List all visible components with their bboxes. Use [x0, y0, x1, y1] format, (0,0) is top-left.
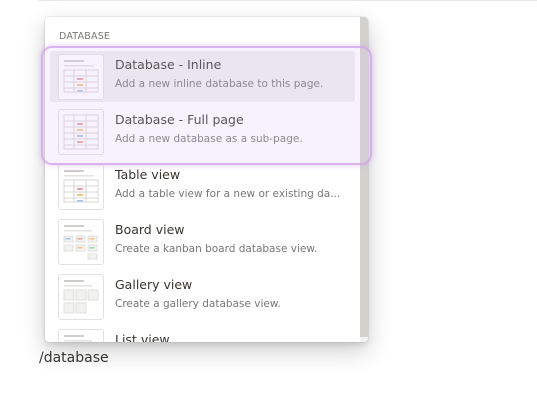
menu-item-database-full-page[interactable]: Database - Full page Add a new database … [50, 106, 355, 157]
inline-database-thumbnail-icon [58, 54, 104, 100]
menu-item-description: Add a table view for a new or existing d… [115, 188, 341, 200]
board-view-thumbnail-icon [58, 219, 104, 265]
scrollbar[interactable] [360, 17, 368, 342]
fullpage-database-thumbnail-icon [58, 109, 104, 155]
list-view-thumbnail-icon [58, 329, 104, 342]
slash-command-menu: DATABASE Database - Inline Add a new inl… [45, 17, 368, 342]
menu-item-description: Add a new inline database to this page. [115, 78, 324, 90]
menu-item-list-view[interactable]: List view [50, 326, 355, 342]
menu-item-title: Board view [115, 222, 185, 237]
scrollbar-thumb[interactable] [360, 17, 368, 337]
menu-item-description: Create a kanban board database view. [115, 243, 318, 255]
menu-item-database-inline[interactable]: Database - Inline Add a new inline datab… [50, 51, 355, 102]
menu-item-description: Add a new database as a sub-page. [115, 133, 303, 145]
menu-item-title: Table view [115, 167, 181, 182]
menu-item-board-view[interactable]: Board view Create a kanban board databas… [50, 216, 355, 267]
menu-item-title: Database - Full page [115, 112, 244, 127]
menu-item-description: Create a gallery database view. [115, 298, 281, 310]
menu-item-table-view[interactable]: Table view Add a table view for a new or… [50, 161, 355, 212]
menu-item-title: Gallery view [115, 277, 193, 292]
menu-item-title: Database - Inline [115, 57, 222, 72]
command-input-text[interactable]: /database [39, 349, 109, 367]
table-view-thumbnail-icon [58, 164, 104, 210]
divider [38, 0, 537, 1]
section-header: DATABASE [59, 31, 111, 42]
menu-item-gallery-view[interactable]: Gallery view Create a gallery database v… [50, 271, 355, 322]
gallery-view-thumbnail-icon [58, 274, 104, 320]
page: DATABASE Database - Inline Add a new inl… [0, 0, 537, 395]
menu-item-title: List view [115, 332, 170, 342]
